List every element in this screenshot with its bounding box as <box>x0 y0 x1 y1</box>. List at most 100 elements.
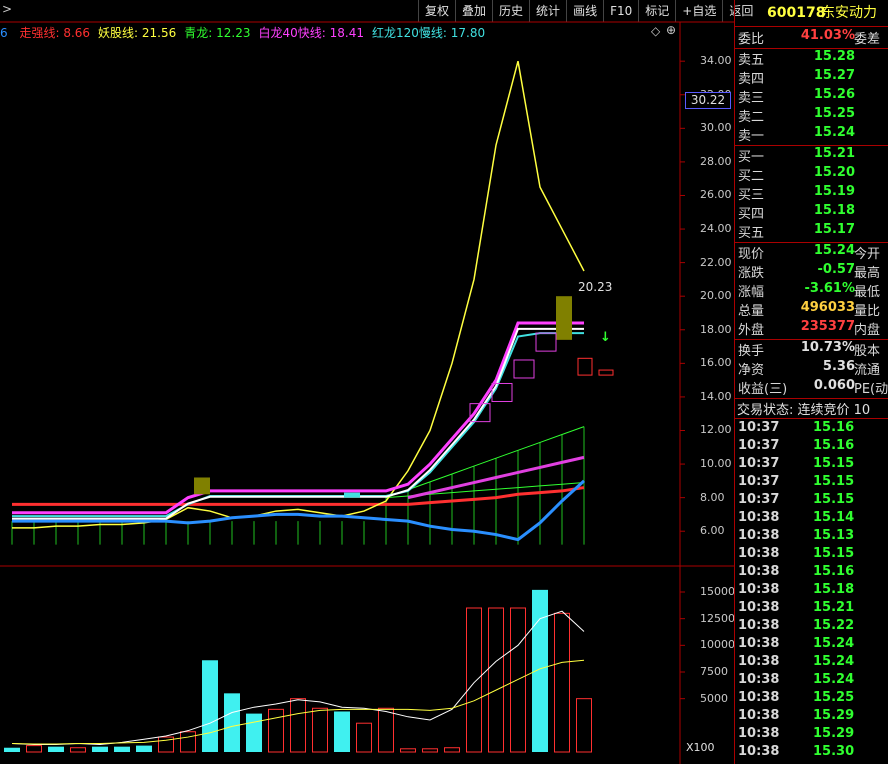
row-label: 换手 <box>738 344 765 359</box>
row-extra: 最高 <box>854 266 881 281</box>
stat-row-1: 涨跌 -0.57 最高 <box>735 262 888 281</box>
row-value: 5.36 <box>822 359 855 374</box>
tick-row: 10:38 15.30 <box>735 744 888 762</box>
tick-row: 10:38 15.13 <box>735 528 888 546</box>
current-price-label: 30.22 <box>685 92 731 109</box>
row-label: 卖一 <box>738 129 765 144</box>
buy-level-0: 买一 15.21 <box>735 146 888 165</box>
tick-time: 10:38 <box>738 708 780 723</box>
tick-price: 15.29 <box>813 726 855 741</box>
tick-time: 10:38 <box>738 600 780 615</box>
trade-status: 交易状态: 连续竞价 10 <box>737 403 871 418</box>
row-extra: 最低 <box>854 285 881 300</box>
row-label: 收益(三) <box>738 382 788 397</box>
price-tick-label: 26.00 <box>700 188 732 202</box>
price-tick-label: 8.00 <box>700 490 725 504</box>
buy-level-4: 买五 15.17 <box>735 222 888 241</box>
volume-bar <box>268 708 284 753</box>
price-tick-label: 24.00 <box>700 222 732 236</box>
price-tick-label: 12.00 <box>700 423 732 437</box>
tick-row: 10:38 15.24 <box>735 672 888 690</box>
separator <box>735 418 888 419</box>
tick-row: 10:38 15.29 <box>735 726 888 744</box>
marker-box-3 <box>535 332 557 352</box>
tick-row: 10:37 15.15 <box>735 456 888 474</box>
row-value: 15.26 <box>813 87 855 102</box>
price-tick-label: 34.00 <box>700 54 732 68</box>
price-tick-label: 28.00 <box>700 154 732 168</box>
price-tick-label: 14.00 <box>700 389 732 403</box>
stat-row-3: 总量 496033 量比 <box>735 300 888 319</box>
tick-row: 10:37 15.15 <box>735 492 888 510</box>
volume-bar <box>466 607 482 753</box>
row-label: 总量 <box>738 304 765 319</box>
row-label: 涨跌 <box>738 266 765 281</box>
row-extra: PE(动 <box>854 382 888 397</box>
tick-time: 10:38 <box>738 726 780 741</box>
expand-icon[interactable]: ⊕ <box>666 23 676 37</box>
row-label: 卖三 <box>738 91 765 106</box>
quote-panel: 600178 东安动力 委比 41.03% 委差 卖五 15.28 卖四 15.27 卖三 15… <box>734 0 888 764</box>
volume-bar <box>576 698 592 753</box>
volume-bar <box>334 711 350 752</box>
tick-time: 10:38 <box>738 654 780 669</box>
row-value: 496033 <box>800 300 855 315</box>
row-value: 15.17 <box>813 222 855 237</box>
volume-bar <box>114 746 130 752</box>
kline-chart[interactable] <box>0 0 734 764</box>
settings-icon[interactable]: ◇ <box>651 24 660 38</box>
row-label: 卖五 <box>738 53 765 68</box>
stat-row-0: 现价 15.24 今开 <box>735 243 888 262</box>
stock-name: 东安动力 <box>821 5 877 21</box>
tick-time: 10:38 <box>738 528 780 543</box>
volume-bar <box>136 745 152 752</box>
tick-price: 15.25 <box>813 690 855 705</box>
tick-row: 10:38 15.24 <box>735 636 888 654</box>
tick-time: 10:38 <box>738 582 780 597</box>
tick-time: 10:38 <box>738 510 780 525</box>
volume-bar <box>180 731 196 753</box>
volume-ma-0 <box>11 610 585 746</box>
tick-time: 10:37 <box>738 456 780 471</box>
volume-tick-label: 12500 <box>700 611 735 625</box>
row-label: 净资 <box>738 363 765 378</box>
stat2-row-0: 换手 10.73% 股本 <box>735 340 888 359</box>
row-extra: 量比 <box>854 304 881 319</box>
volume-bar <box>224 693 240 752</box>
buy-level-3: 买四 15.18 <box>735 203 888 222</box>
row-value: -3.61% <box>804 281 856 296</box>
sell-level-4: 卖一 15.24 <box>735 125 888 144</box>
tick-price: 15.29 <box>813 708 855 723</box>
tick-time: 10:37 <box>738 420 780 435</box>
row-value: 15.27 <box>813 68 855 83</box>
volume-bar <box>400 748 416 753</box>
row-value: 235377 <box>800 319 855 334</box>
tick-time: 10:38 <box>738 672 780 687</box>
volume-bar <box>532 589 548 752</box>
tick-time: 10:38 <box>738 564 780 579</box>
tick-row: 10:38 15.14 <box>735 510 888 528</box>
tick-row: 10:38 15.25 <box>735 690 888 708</box>
tick-price: 15.30 <box>813 744 855 759</box>
sell-level-0: 卖五 15.28 <box>735 49 888 68</box>
tick-row: 10:38 15.15 <box>735 546 888 564</box>
volume-bar <box>70 747 86 753</box>
row-label: 涨幅 <box>738 285 765 300</box>
price-tick-label: 18.00 <box>700 322 732 336</box>
tick-row: 10:38 15.22 <box>735 618 888 636</box>
row-value: 15.24 <box>813 125 855 140</box>
volume-bar <box>92 746 108 752</box>
volume-ma-1 <box>11 659 585 745</box>
tick-price: 15.21 <box>813 600 855 615</box>
row-value: 15.28 <box>813 49 855 64</box>
row-value: 41.03% <box>800 28 855 43</box>
tick-time: 10:38 <box>738 744 780 759</box>
tick-time: 10:38 <box>738 618 780 633</box>
price-tick-label: 10.00 <box>700 457 732 471</box>
stock-header: 600178 东安动力 <box>735 0 888 26</box>
stock-code: 600178 <box>767 5 826 21</box>
tick-price: 15.24 <box>813 654 855 669</box>
price-tick-label: 22.00 <box>700 255 732 269</box>
volume-tick-label: 10000 <box>700 638 735 652</box>
tick-row: 10:38 15.16 <box>735 564 888 582</box>
